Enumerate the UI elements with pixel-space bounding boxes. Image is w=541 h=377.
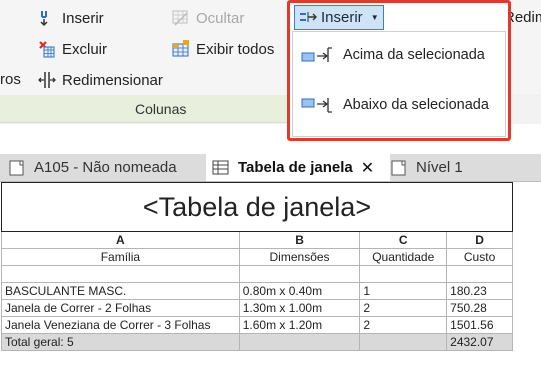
cell-quantidade[interactable]: 1	[359, 282, 448, 300]
blank-cell	[359, 265, 448, 283]
insert-row-dropdown-button[interactable]: Inserir ▼	[294, 5, 384, 30]
grand-total-label: Total geral: 5	[1, 333, 240, 351]
previous-panel-label-fragment: ros	[0, 71, 21, 88]
delete-column-label: Excluir	[62, 40, 108, 58]
column-letter-b[interactable]: B	[238, 231, 361, 249]
schedule-icon	[212, 159, 230, 177]
grand-total-blank	[359, 333, 448, 351]
hide-column-button[interactable]: Ocultar	[172, 9, 244, 27]
menu-item-insert-below[interactable]: Abaixo da selecionada	[301, 96, 489, 114]
panel-title: Colunas	[135, 101, 187, 117]
cell-quantidade[interactable]: 2	[359, 299, 448, 317]
hide-column-label: Ocultar	[196, 9, 245, 27]
grand-total-value: 2432.07	[446, 333, 513, 351]
grand-total-blank	[238, 333, 361, 351]
show-all-columns-button[interactable]: Exibir todos	[172, 40, 274, 58]
cell-dimensoes[interactable]: 1.60m x 1.20m	[238, 316, 361, 334]
cell-quantidade[interactable]: 2	[359, 316, 448, 334]
floor-plan-icon	[390, 159, 408, 177]
menu-item-insert-above-label: Acima da selecionada	[343, 47, 485, 63]
show-all-columns-icon	[172, 40, 190, 58]
delete-column-button[interactable]: Excluir	[38, 40, 107, 58]
tab-nivel-1-label: Nível 1	[416, 159, 463, 176]
blank-row	[1, 265, 513, 283]
cell-dimensoes[interactable]: 0.80m x 0.40m	[238, 282, 361, 300]
grand-total-row: Total geral: 5 2432.07	[1, 333, 513, 351]
tab-tabela-de-janela-label: Tabela de janela	[238, 159, 353, 176]
chevron-down-icon: ▼	[370, 13, 379, 22]
cell-custo[interactable]: 750.28	[446, 299, 513, 317]
tab-a105[interactable]: A105 - Não nomeada	[4, 154, 187, 181]
tab-a105-label: A105 - Não nomeada	[34, 159, 177, 176]
column-header-familia[interactable]: Família	[1, 248, 240, 266]
delete-column-icon	[38, 40, 56, 58]
show-all-columns-label: Exibir todos	[196, 40, 275, 58]
tab-nivel-1[interactable]: Nível 1	[388, 154, 463, 181]
column-header-row: Família Dimensões Quantidade Custo	[1, 248, 513, 266]
insert-below-icon	[301, 96, 333, 114]
table-row[interactable]: BASCULANTE MASC. 0.80m x 0.40m 1 180.23	[1, 282, 513, 300]
schedule-title-row: <Tabela de janela>	[1, 182, 513, 232]
sheet-icon	[8, 159, 26, 177]
column-letter-row: A B C D	[1, 231, 513, 249]
column-letter-d[interactable]: D	[446, 231, 513, 249]
resize-column-button[interactable]: Redimensionar	[38, 71, 163, 89]
blank-cell	[1, 265, 240, 283]
blank-cell	[238, 265, 361, 283]
column-header-quantidade[interactable]: Quantidade	[359, 248, 448, 266]
insert-above-icon	[301, 46, 333, 64]
column-letter-a[interactable]: A	[1, 231, 240, 249]
insert-row-label: Inserir	[321, 9, 363, 26]
column-header-dimensoes[interactable]: Dimensões	[238, 248, 361, 266]
schedule-title[interactable]: <Tabela de janela>	[1, 182, 513, 232]
tab-tabela-de-janela[interactable]: Tabela de janela ✕	[206, 154, 390, 181]
menu-item-insert-below-label: Abaixo da selecionada	[343, 97, 489, 113]
insert-column-icon	[38, 9, 56, 27]
column-letter-c[interactable]: C	[359, 231, 448, 249]
insert-row-menu: Acima da selecionada Abaixo da seleciona…	[292, 31, 506, 137]
insert-column-label: Inserir	[62, 9, 104, 27]
column-header-custo[interactable]: Custo	[446, 248, 513, 266]
cell-dimensoes[interactable]: 1.30m x 1.00m	[238, 299, 361, 317]
cell-familia[interactable]: BASCULANTE MASC.	[1, 282, 240, 300]
insert-row-icon	[299, 9, 317, 27]
schedule-view: <Tabela de janela> A B C D Família Dimen…	[0, 182, 541, 377]
resize-column-label: Redimensionar	[62, 71, 163, 89]
menu-item-insert-above[interactable]: Acima da selecionada	[301, 46, 485, 64]
cell-custo[interactable]: 1501.56	[446, 316, 513, 334]
table-row[interactable]: Janela de Correr - 2 Folhas 1.30m x 1.00…	[1, 299, 513, 317]
cell-familia[interactable]: Janela de Correr - 2 Folhas	[1, 299, 240, 317]
cell-custo[interactable]: 180.23	[446, 282, 513, 300]
hide-column-icon	[172, 9, 190, 27]
resize-column-icon	[38, 71, 56, 89]
insert-column-button[interactable]: Inserir	[38, 9, 104, 27]
table-row[interactable]: Janela Veneziana de Correr - 3 Folhas 1.…	[1, 316, 513, 334]
cell-familia[interactable]: Janela Veneziana de Correr - 3 Folhas	[1, 316, 240, 334]
schedule-table: <Tabela de janela> A B C D Família Dimen…	[1, 182, 513, 351]
blank-cell	[446, 265, 513, 283]
view-tab-bar: A105 - Não nomeada Tabela de janela ✕ Ní…	[0, 154, 541, 182]
close-icon[interactable]: ✕	[361, 158, 374, 178]
